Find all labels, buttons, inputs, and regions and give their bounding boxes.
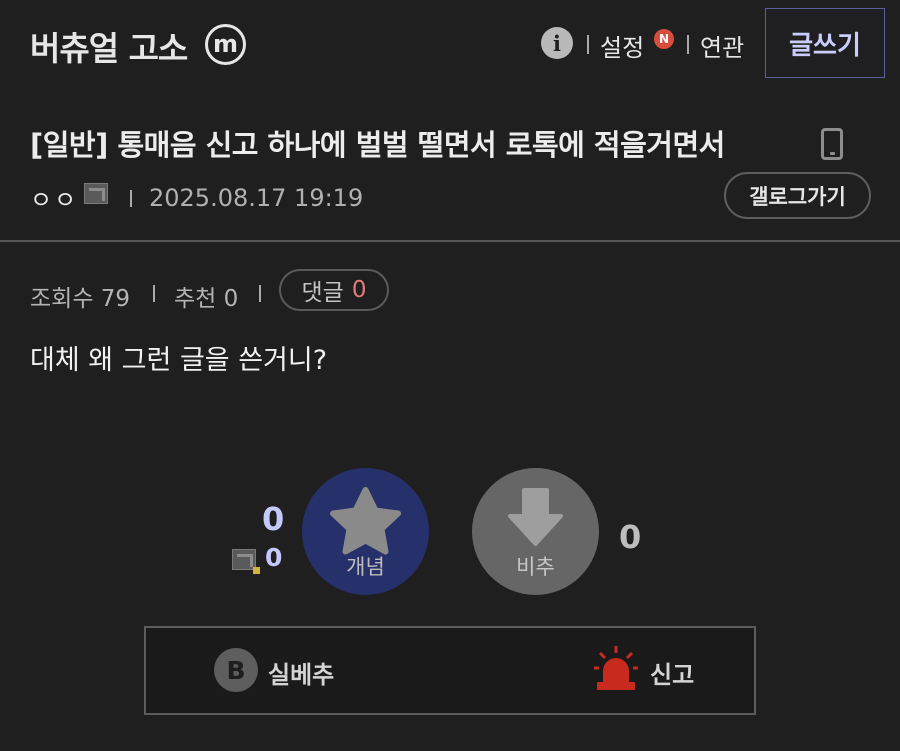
header-divider <box>0 240 900 242</box>
fixed-nick-icon <box>232 549 260 574</box>
write-post-button[interactable]: 글쓰기 <box>765 8 885 78</box>
stat-divider <box>259 285 261 302</box>
comments-count: 0 <box>351 277 367 303</box>
recommend-count: 추천 0 <box>174 286 239 312</box>
report-button[interactable]: 신고 <box>650 655 694 690</box>
info-icon[interactable]: i <box>541 27 573 59</box>
meta-divider <box>130 190 132 207</box>
upvote-label: 개념 <box>346 555 385 579</box>
author-nickname[interactable]: ㅇㅇ <box>30 180 78 215</box>
upvote-count: 0 <box>262 500 285 538</box>
minor-gallery-icon: m <box>205 24 246 65</box>
settings-link[interactable]: 설정 <box>600 28 644 63</box>
fixed-nick-icon <box>84 183 108 204</box>
post-title: [일반] 통매음 신고 하나에 벌벌 떨면서 로톡에 적을거면서 <box>30 128 725 162</box>
nav-divider <box>587 35 589 54</box>
view-count: 조회수 79 <box>30 286 131 312</box>
stat-divider <box>153 285 155 302</box>
post-date: 2025.08.17 19:19 <box>149 184 364 212</box>
fixed-upvote-count: 0 <box>265 543 283 572</box>
top-header: 버츄얼 고소 m i 설정 N 연관 글쓰기 <box>0 0 900 90</box>
downvote-label: 비추 <box>516 555 555 579</box>
new-badge: N <box>654 29 674 49</box>
related-link[interactable]: 연관 <box>700 28 744 63</box>
mobile-icon <box>821 128 843 160</box>
downvote-count: 0 <box>619 518 642 556</box>
nav-divider <box>687 35 689 54</box>
upvote-button[interactable]: 개념 <box>302 468 429 595</box>
siren-icon <box>594 646 638 690</box>
post-body: 대체 왜 그런 글을 쓴거니? <box>30 345 328 376</box>
comments-button[interactable]: 댓글 0 <box>279 269 389 311</box>
comments-label: 댓글 <box>301 280 344 306</box>
gallog-button[interactable]: 갤로그가기 <box>724 172 871 219</box>
downvote-button[interactable]: 비추 <box>472 468 599 595</box>
real-best-button[interactable]: 실베추 <box>268 655 334 690</box>
real-best-icon: B <box>214 648 258 692</box>
gallery-title[interactable]: 버츄얼 고소 <box>30 22 188 70</box>
